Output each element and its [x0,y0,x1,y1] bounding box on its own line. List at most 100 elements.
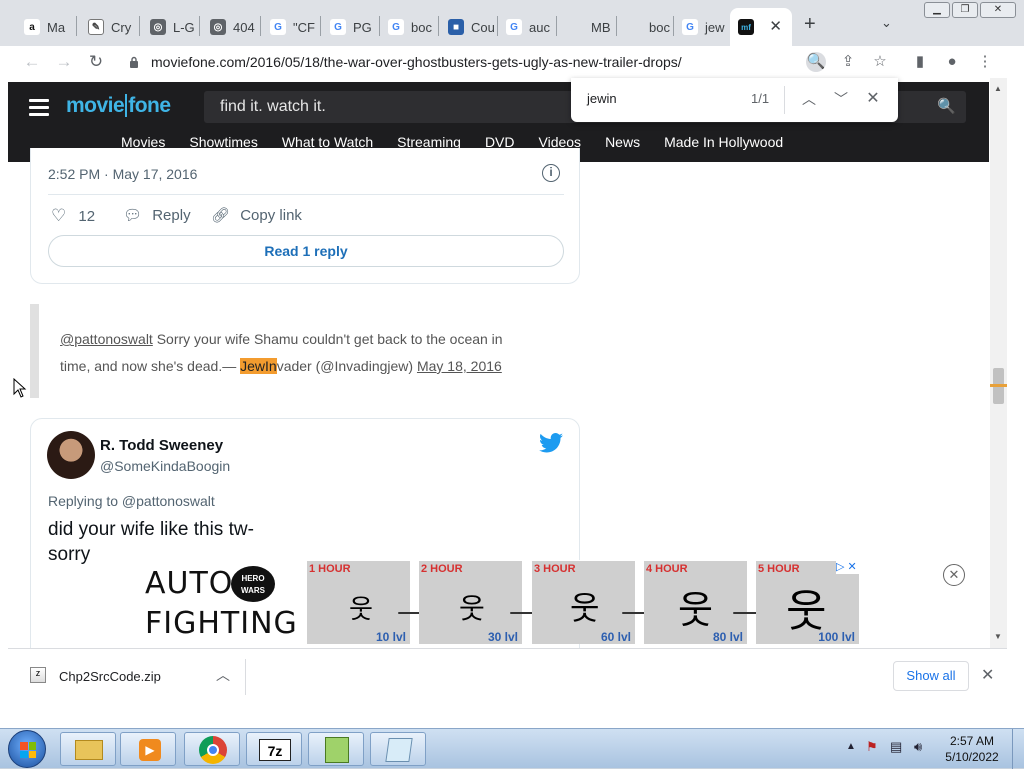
author-handle[interactable]: @SomeKindaBoogin [100,458,230,474]
google-icon: G [682,19,698,35]
date-link[interactable]: May 18, 2016 [417,358,502,374]
tab-mb[interactable]: MB [560,8,616,46]
knight-figure-icon: 웃 [570,590,600,626]
find-close-icon[interactable]: ✕ [863,89,883,109]
google-icon: G [388,19,404,35]
close-download-bar-icon[interactable]: ✕ [981,665,994,685]
network-icon[interactable]: ▤ [890,739,902,755]
tab-label: boc [649,19,670,35]
show-desktop-button[interactable] [1012,729,1024,769]
stage-hour: 3 HOUR [534,563,576,575]
tab-separator [199,16,200,36]
forward-button[interactable]: → [54,52,74,72]
copy-link-button[interactable]: 🔗︎ Copy link [211,206,302,224]
scroll-up-icon[interactable]: ▲ [994,84,1002,93]
find-highlight: JewIn [240,358,277,374]
nav-news[interactable]: News [605,134,640,150]
share-icon[interactable]: ⇪ [838,52,858,72]
taskbar-notepadpp[interactable] [308,732,364,766]
taskbar-explorer[interactable] [60,732,116,766]
tab-google-boc[interactable]: Gboc [380,8,436,46]
ad-word-auto: AUTO [145,566,234,601]
tab-boc[interactable]: boc [618,8,674,46]
tab-lg[interactable]: ◎ L-G [142,8,198,46]
replying-to[interactable]: Replying to @pattonoswalt [48,493,215,509]
find-next-chevron-down-icon[interactable]: ﹀ [831,89,851,109]
tab-moviefone-active[interactable]: mf ✕ [730,8,792,46]
minimize-button[interactable]: ▁ [924,2,950,18]
menu-kebab-icon[interactable]: ⋮ [975,52,995,72]
tweet-timestamp[interactable]: 2:52 PM · May 17, 2016 [48,166,197,182]
reply-button[interactable]: 💬︎ Reply [123,206,191,224]
show-all-button[interactable]: Show all [893,661,969,691]
download-filename[interactable]: Chp2SrcCode.zip [59,669,161,684]
tab-label: PG [353,19,372,35]
tab-close-icon[interactable]: ✕ [769,17,782,35]
taskbar-media-player[interactable]: ▶ [120,732,176,766]
tab-google-cf[interactable]: G "CF [262,8,318,46]
start-button[interactable] [8,730,46,768]
scroll-down-icon[interactable]: ▼ [994,632,1002,641]
tab-google-jew[interactable]: Gjew [674,8,730,46]
download-bar: z Chp2SrcCode.zip ︿ Show all ✕ [8,648,1007,704]
blank-icon [568,19,584,35]
warrior-figure-icon: 웃 [678,590,713,632]
system-clock[interactable]: 2:57 AM 5/10/2022 [942,733,1002,765]
maximize-button[interactable]: ❐ [952,2,978,18]
mention-link[interactable]: @pattonoswalt [60,331,153,347]
ad-close-icon[interactable]: ✕ [943,564,965,586]
stage-level: 60 lvl [600,630,631,644]
ad-word-fighting: FIGHTING [145,606,298,641]
tab-amazon[interactable]: a Ma [16,8,72,46]
google-icon: G [270,19,286,35]
bookmark-star-icon[interactable]: ☆ [870,52,890,72]
find-input[interactable]: jewin [587,91,617,106]
action-center-flag-icon[interactable]: ⚑ [866,739,878,755]
taskbar-notepad[interactable] [370,732,426,766]
zoom-lens-icon[interactable]: 🔍 [806,52,826,72]
tab-label: Cou [471,19,495,35]
tab-crypto[interactable]: ✎ Cry [80,8,136,46]
tray-expand-icon[interactable]: ▲ [846,741,856,752]
reply-label: Reply [152,207,191,224]
moviefone-icon: mf [738,19,754,35]
stage-hour: 2 HOUR [421,563,463,575]
side-panel-icon[interactable]: ▮ [910,52,930,72]
download-options-chevron-icon[interactable]: ︿ [216,665,230,685]
tab-separator [556,16,557,36]
stage-level: 30 lvl [487,630,518,644]
avatar[interactable] [47,431,95,479]
tab-cou[interactable]: ■ Cou [440,8,496,46]
volume-icon[interactable]: 🔊︎ [914,739,922,755]
tab-label: MB [591,19,611,35]
close-window-button[interactable]: ✕ [980,2,1016,18]
twitter-bird-icon[interactable] [539,433,563,453]
advertisement-banner[interactable]: AUTO HERO WARS FIGHTING 1 HOUR 웃 10 lvl ⟶ 2… [139,560,866,644]
tab-404[interactable]: ◎ 404 [202,8,258,46]
taskbar-7zip[interactable]: 7z [246,732,302,766]
taskbar-chrome[interactable] [184,732,240,766]
adchoices-icon[interactable]: ▷ ✕ [836,560,866,574]
tab-google-auc[interactable]: Gauc [498,8,554,46]
new-tab-button[interactable]: + [804,13,816,36]
like-button[interactable]: ♡ 12 [51,206,95,226]
profile-icon[interactable]: ● [942,52,962,72]
info-icon[interactable]: i [542,164,560,182]
like-count: 12 [78,208,96,225]
page-scrollbar[interactable]: ▲ ▼ [990,78,1007,648]
reload-button[interactable]: ↻ [86,52,106,72]
browser-toolbar: ← → ↻ moviefone.com/2016/05/18/the-war-o… [0,46,1024,78]
lock-icon [130,56,138,68]
back-button[interactable]: ← [22,52,42,72]
find-previous-chevron-up-icon[interactable]: ︿ [799,89,819,109]
tab-google-pg[interactable]: G PG [322,8,378,46]
hamburger-menu-icon[interactable] [29,99,49,120]
author-name[interactable]: R. Todd Sweeney [100,437,223,454]
address-bar[interactable]: moviefone.com/2016/05/18/the-war-over-gh… [121,50,801,76]
tab-search-chevron-icon[interactable]: ⌄ [881,15,892,31]
tab-label: auc [529,19,550,35]
search-icon[interactable]: 🔍 [937,91,956,123]
nav-made-in-hollywood[interactable]: Made In Hollywood [664,134,783,150]
moviefone-logo[interactable]: movie fone [66,94,171,118]
read-reply-button[interactable]: Read 1 reply [48,235,564,267]
